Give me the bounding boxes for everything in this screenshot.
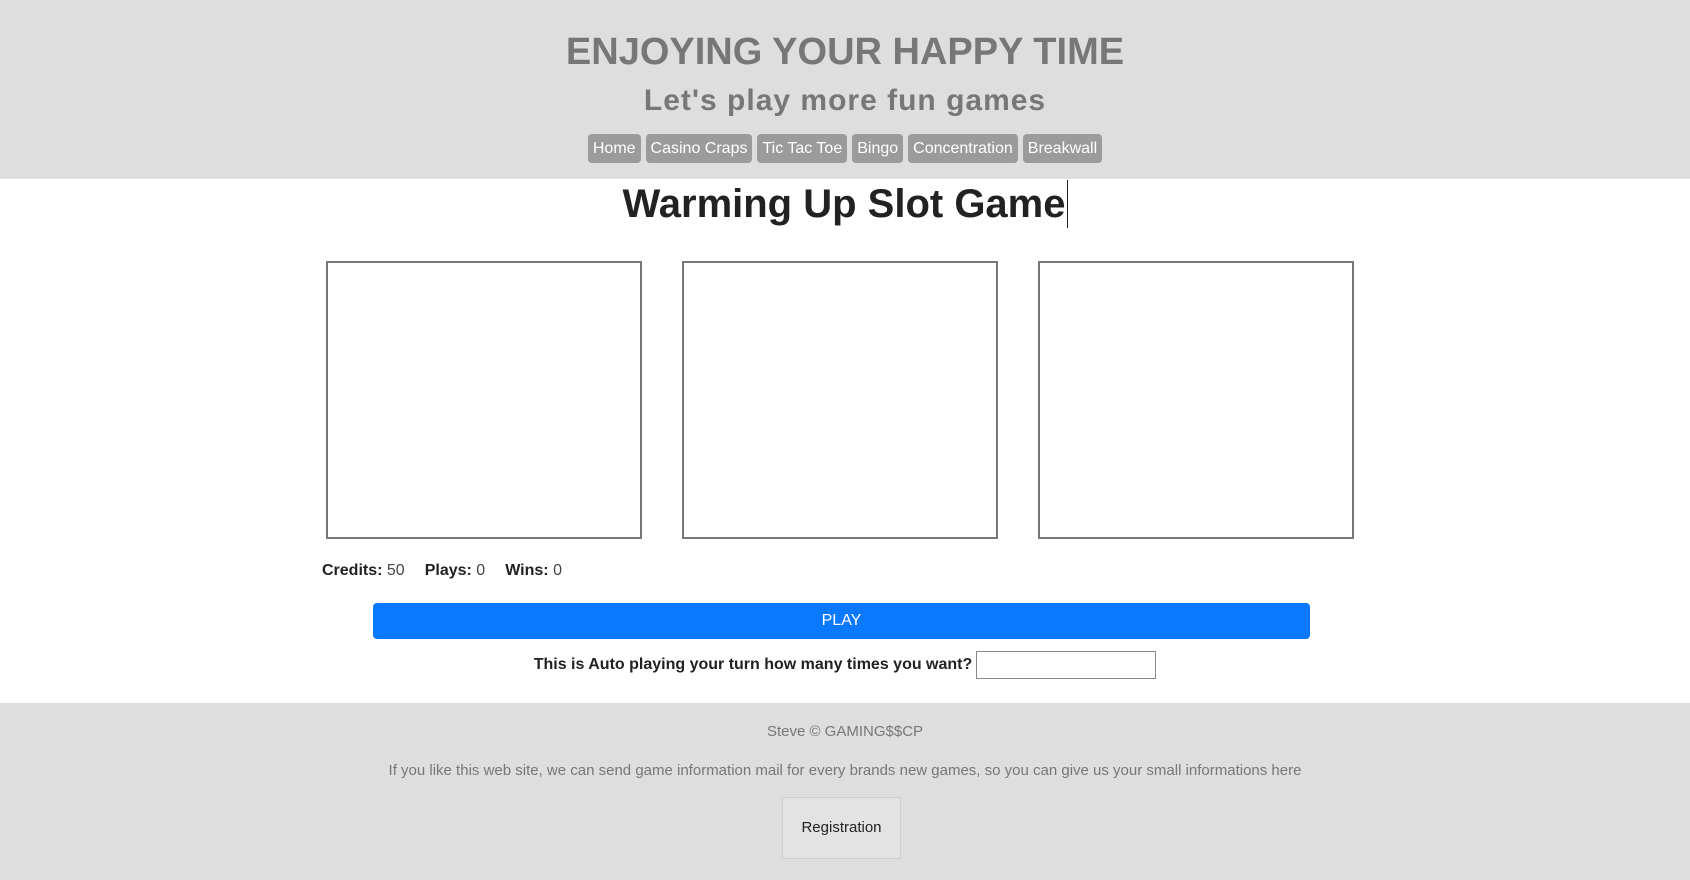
site-subtitle: Let's play more fun games <box>643 84 1047 117</box>
nav-casino-craps[interactable]: Casino Craps <box>645 134 753 163</box>
nav-breakwall[interactable]: Breakwall <box>1022 134 1103 163</box>
game-title: Warming Up Slot Game <box>0 180 1690 228</box>
footer-message: If you like this web site, we can send g… <box>388 762 1302 779</box>
auto-play-row: This is Auto playing your turn how many … <box>0 651 1690 679</box>
credits-stat: Credits: 50 <box>322 562 405 580</box>
nav-tic-tac-toe[interactable]: Tic Tac Toe <box>757 134 848 163</box>
site-footer: Steve © GAMING$$CP If you like this web … <box>0 703 1690 880</box>
registration-button[interactable]: Registration <box>782 797 901 859</box>
slot-reel-1 <box>326 261 642 539</box>
game-stats: Credits: 50 Plays: 0 Wins: 0 <box>322 562 562 580</box>
auto-play-input[interactable] <box>976 651 1157 679</box>
nav-concentration[interactable]: Concentration <box>908 134 1018 163</box>
wins-value: 0 <box>553 562 562 579</box>
plays-label: Plays: <box>424 562 472 579</box>
site-title: ENJOYING YOUR HAPPY TIME <box>565 31 1125 73</box>
wins-stat: Wins: 0 <box>505 562 562 580</box>
credits-label: Credits: <box>322 562 383 579</box>
credits-value: 50 <box>386 562 405 579</box>
text-caret <box>1066 180 1068 228</box>
nav-home[interactable]: Home <box>587 134 641 163</box>
plays-value: 0 <box>476 562 486 579</box>
slot-reel-2 <box>682 261 998 539</box>
play-button[interactable]: PLAY <box>373 603 1310 639</box>
nav-bingo[interactable]: Bingo <box>852 134 904 163</box>
game-title-text: Warming Up Slot Game <box>622 182 1066 226</box>
nav-bar: Home Casino Craps Tic Tac Toe Bingo Conc… <box>0 134 1690 163</box>
wins-label: Wins: <box>505 562 549 579</box>
copyright: Steve © GAMING$$CP <box>766 723 924 740</box>
auto-play-label: This is Auto playing your turn how many … <box>533 656 973 673</box>
site-header: ENJOYING YOUR HAPPY TIME Let's play more… <box>0 0 1690 179</box>
slot-reel-3 <box>1038 261 1354 539</box>
plays-stat: Plays: 0 <box>425 562 486 580</box>
